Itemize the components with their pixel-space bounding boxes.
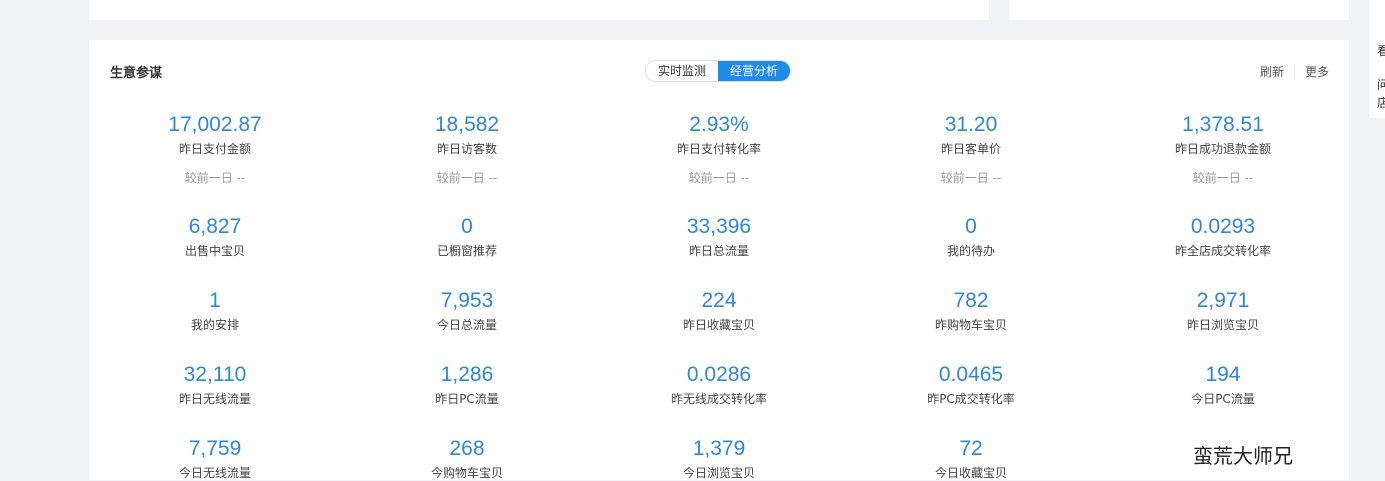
metric-label: 昨日PC流量 (435, 392, 499, 406)
metric-item: 0.0465 昨PC成交转化率 (845, 362, 1097, 407)
metric-item: 194 今日PC流量 (1097, 362, 1349, 407)
metric-item: 1,378.51 昨日成功退款金额 较前一日 -- (1097, 112, 1349, 186)
metric-label: 昨日访客数 (436, 142, 497, 156)
metric-compare: 较前一日 -- (184, 171, 246, 185)
metric-item: 31.20 昨日客单价 较前一日 -- (845, 112, 1097, 186)
metric-value: 1 (209, 289, 221, 312)
metric-label: 我的安排 (190, 318, 239, 332)
metric-value: 33,396 (686, 215, 752, 238)
metric-label: 昨日支付金额 (178, 142, 251, 156)
metric-label: 今日收藏宝贝 (934, 466, 1007, 480)
metric-item: 782 昨购物车宝贝 (845, 288, 1097, 333)
more-link[interactable]: 更多 (1305, 63, 1329, 80)
metric-value: 1,286 (440, 363, 494, 386)
metric-item: 1,286 昨日PC流量 (341, 362, 593, 407)
metric-label: 昨日客单价 (940, 142, 1001, 156)
metric-label: 今日无线流量 (178, 466, 251, 480)
metric-value: 0.0286 (686, 363, 752, 386)
metric-value: 0.0293 (1190, 215, 1256, 238)
metric-item: 2,971 昨日浏览宝贝 (1097, 288, 1349, 333)
metric-item: 7,953 今日总流量 (341, 288, 593, 333)
metric-label: 今日总流量 (436, 318, 497, 332)
metric-item: 268 今购物车宝贝 (341, 436, 593, 481)
metric-compare: 较前一日 -- (688, 171, 750, 185)
metric-value: 2.93% (689, 113, 749, 136)
metric-compare: 较前一日 -- (436, 171, 498, 185)
metric-item: 32,110 昨日无线流量 (89, 362, 341, 407)
metric-value: 224 (701, 289, 737, 312)
card-title: 生意参谋 (110, 66, 163, 81)
top-card-left (89, 0, 989, 20)
metric-item: 1 我的安排 (89, 288, 341, 333)
metric-label: 出售中宝贝 (184, 244, 245, 258)
metric-label: 昨PC成交转化率 (927, 392, 1015, 406)
metric-item: 33,396 昨日总流量 (593, 214, 845, 259)
metric-item: 2.93% 昨日支付转化率 较前一日 -- (593, 112, 845, 186)
metric-value: 72 (959, 437, 983, 460)
side-panel-char-1: 看 (1377, 44, 1385, 58)
watermark: 蛮荒大师兄 (1193, 444, 1293, 468)
metric-item: 17,002.87 昨日支付金额 较前一日 -- (89, 112, 341, 186)
metric-label: 昨日总流量 (688, 244, 749, 258)
metric-label: 昨全店成交转化率 (1174, 244, 1271, 258)
metric-value: 7,759 (188, 437, 242, 460)
metric-value: 782 (953, 289, 989, 312)
metric-compare: 较前一日 -- (1192, 171, 1254, 185)
metric-label: 今购物车宝贝 (430, 466, 503, 480)
metric-value: 0.0465 (938, 363, 1004, 386)
metric-value: 268 (449, 437, 485, 460)
metric-item: 0 已橱窗推荐 (341, 214, 593, 259)
metric-value: 1,379 (692, 437, 746, 460)
metric-item: 72 今日收藏宝贝 (845, 436, 1097, 481)
metric-label: 昨日支付转化率 (676, 142, 761, 156)
metric-value: 31.20 (944, 113, 998, 136)
side-panel: 看 问 店 (1369, 0, 1385, 118)
metric-item: 1,379 今日浏览宝贝 (593, 436, 845, 481)
metric-value: 0 (965, 215, 977, 238)
actions-divider (1293, 64, 1295, 79)
tab-business-analysis[interactable]: 经营分析 (718, 61, 791, 81)
metric-value: 18,582 (434, 113, 500, 136)
metric-value: 2,971 (1196, 289, 1250, 312)
metric-item: 7,759 今日无线流量 (89, 436, 341, 481)
metric-item: 0 我的待办 (845, 214, 1097, 259)
metric-value: 17,002.87 (168, 113, 262, 136)
metric-value: 1,378.51 (1182, 113, 1264, 136)
metric-label: 我的待办 (946, 244, 995, 258)
view-toggle: 实时监测 经营分析 (645, 60, 792, 82)
metric-value: 32,110 (183, 363, 247, 386)
metric-value: 6,827 (188, 215, 242, 238)
card-actions: 刷新 更多 (1260, 63, 1329, 80)
metric-item: 0.0293 昨全店成交转化率 (1097, 214, 1349, 259)
top-card-right (1009, 0, 1349, 20)
metric-value: 0 (461, 215, 473, 238)
metric-label: 昨日浏览宝贝 (1186, 318, 1259, 332)
metric-item: 18,582 昨日访客数 较前一日 -- (341, 112, 593, 186)
metric-label: 已橱窗推荐 (436, 244, 497, 258)
refresh-link[interactable]: 刷新 (1260, 63, 1284, 80)
metric-label: 昨无线成交转化率 (670, 392, 767, 406)
metric-label: 昨日无线流量 (178, 392, 251, 406)
metric-item: 224 昨日收藏宝贝 (593, 288, 845, 333)
metric-label: 昨日收藏宝贝 (682, 318, 755, 332)
metric-label: 今日PC流量 (1191, 392, 1255, 406)
metric-compare: 较前一日 -- (940, 171, 1002, 185)
metric-label: 今日浏览宝贝 (682, 466, 755, 480)
metric-label: 昨购物车宝贝 (934, 318, 1007, 332)
tab-realtime-monitor[interactable]: 实时监测 (646, 61, 719, 81)
side-panel-char-2: 问 (1377, 78, 1385, 92)
metric-item: 0.0286 昨无线成交转化率 (593, 362, 845, 407)
business-advisor-card: 生意参谋 实时监测 经营分析 刷新 更多 17,002.87 昨日支付金额 较前… (89, 40, 1349, 480)
side-panel-char-3: 店 (1377, 96, 1385, 110)
metric-item: 6,827 出售中宝贝 (89, 214, 341, 259)
metric-label: 昨日成功退款金额 (1174, 142, 1271, 156)
metric-value: 194 (1205, 363, 1241, 386)
metric-value: 7,953 (440, 289, 494, 312)
